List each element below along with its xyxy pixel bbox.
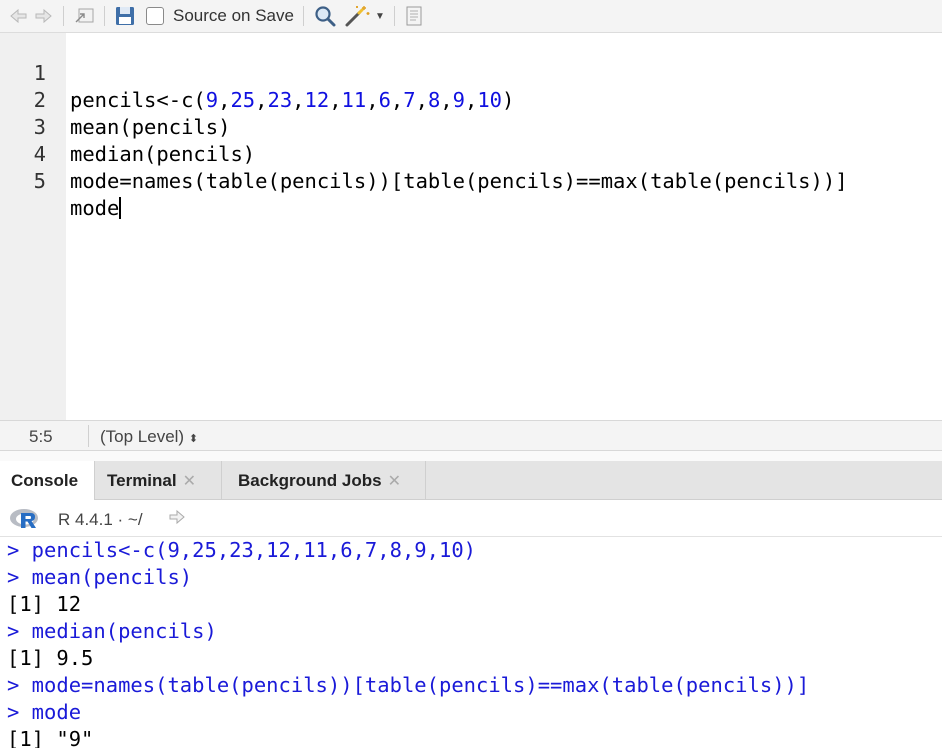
chevron-down-icon[interactable]: ▼	[375, 11, 385, 22]
tab-label[interactable]: Terminal	[107, 471, 177, 491]
line-number: 5	[33, 169, 46, 193]
toolbar-separator	[104, 6, 105, 26]
text-cursor	[119, 197, 122, 219]
magic-wand-icon[interactable]	[343, 4, 371, 28]
pane-divider[interactable]	[0, 451, 942, 461]
back-arrow-icon[interactable]	[8, 4, 28, 28]
console-output-line: [1] "9"	[7, 727, 94, 748]
console-command: > mode=names(table(pencils))[table(penci…	[7, 673, 810, 697]
editor-toolbar: Source on Save ▼	[0, 0, 942, 33]
toolbar-separator	[302, 6, 304, 26]
editor-status-bar: 5:5 (Top Level) ⬍	[0, 420, 942, 451]
r-version-path: R 4.4.1 · ~/	[58, 510, 143, 529]
tab-label[interactable]: Console	[11, 471, 78, 491]
r-logo-icon	[9, 507, 41, 536]
tab-label[interactable]: Background Jobs	[238, 471, 382, 491]
source-on-save-checkbox[interactable]	[146, 7, 164, 25]
code-text[interactable]: mode	[70, 195, 122, 222]
code-text[interactable]: mode=names(table(pencils))[table(pencils…	[70, 168, 848, 195]
code-line[interactable]: 5 mode	[0, 141, 942, 220]
code-text-mode[interactable]: mode	[70, 196, 119, 220]
console-output[interactable]: > pencils<-c(9,25,23,12,11,6,7,8,9,10) >…	[0, 537, 942, 748]
go-to-directory-icon[interactable]	[167, 509, 187, 530]
source-on-save-label[interactable]: Source on Save	[173, 6, 294, 26]
forward-arrow-icon[interactable]	[34, 4, 54, 28]
tab-console[interactable]: Console	[0, 461, 95, 501]
console-command: > median(pencils)	[7, 619, 217, 643]
console-command: > pencils<-c(9,25,23,12,11,6,7,8,9,10)	[7, 538, 476, 562]
code-editor[interactable]: 1 pencils<-c(9,25,23,12,11,6,7,8,9,10) 2…	[0, 33, 942, 420]
close-icon[interactable]: ✕	[183, 471, 196, 491]
scope-selector[interactable]: (Top Level) ⬍	[100, 427, 198, 447]
code-line[interactable]: 1 pencils<-c(9,25,23,12,11,6,7,8,9,10)	[0, 33, 942, 112]
toolbar-separator	[393, 6, 395, 26]
console-output-line: [1] 12	[7, 592, 82, 616]
code-line[interactable]: 4 mode=names(table(pencils))[table(penci…	[0, 114, 942, 193]
up-down-arrows-icon: ⬍	[188, 433, 199, 445]
cursor-position: 5:5	[29, 427, 53, 446]
scope-label[interactable]: (Top Level)	[100, 427, 184, 446]
console-command: > mode	[7, 700, 82, 724]
code-line[interactable]: 2 mean(pencils)	[0, 60, 942, 139]
search-icon[interactable]	[313, 4, 337, 28]
status-separator	[88, 425, 89, 447]
console-header: R 4.4.1 · ~/	[0, 500, 942, 537]
show-in-new-window-icon[interactable]	[73, 4, 95, 28]
code-line[interactable]: 3 median(pencils)	[0, 87, 942, 166]
close-icon[interactable]: ✕	[388, 471, 401, 491]
toolbar-separator	[63, 6, 64, 26]
console-command: > mean(pencils)	[7, 565, 193, 589]
tab-background-jobs[interactable]: Background Jobs ✕	[223, 461, 426, 500]
console-tab-bar: Console Terminal ✕ Background Jobs ✕	[0, 461, 942, 501]
console-output-line: [1] 9.5	[7, 646, 94, 670]
tab-terminal[interactable]: Terminal ✕	[96, 461, 222, 500]
compile-report-icon[interactable]	[404, 4, 424, 28]
save-icon[interactable]	[114, 4, 136, 28]
